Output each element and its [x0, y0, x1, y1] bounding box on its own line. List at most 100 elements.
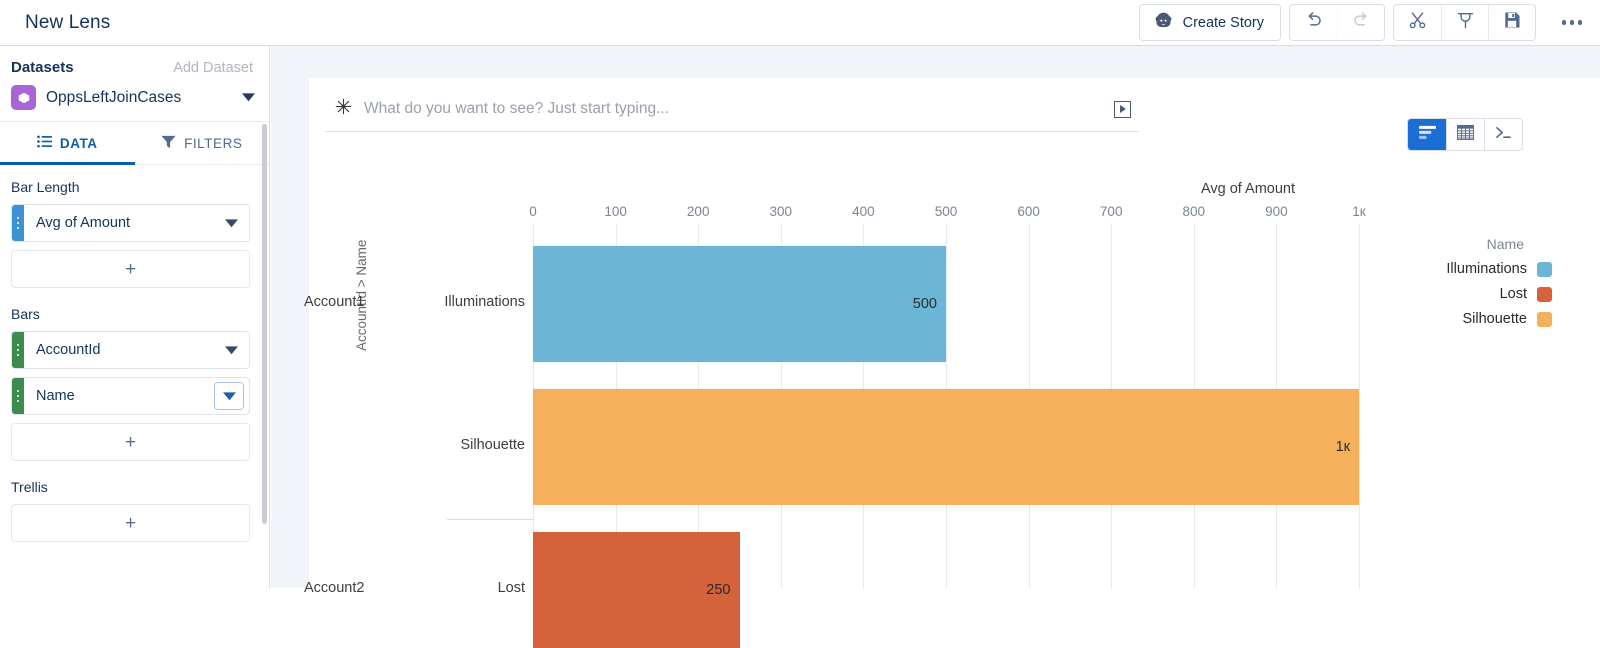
chart-legend: Name Illuminations Lost Silhouette — [1446, 236, 1552, 336]
undo-icon — [1303, 10, 1324, 36]
bar-value-label: 500 — [912, 296, 937, 312]
drag-handle-icon[interactable] — [12, 332, 24, 368]
run-query-button[interactable] — [1114, 100, 1131, 118]
category-label: Silhouette — [460, 437, 526, 453]
category-label: Lost — [497, 580, 525, 596]
main-content: What do you want to see? Just start typi… — [271, 46, 1600, 648]
field-pill-label: Avg of Amount — [36, 215, 131, 231]
chevron-down-icon[interactable] — [225, 345, 249, 355]
tab-data[interactable]: DATA — [0, 122, 135, 165]
search-bar[interactable]: What do you want to see? Just start typi… — [325, 98, 1139, 132]
funnel-icon — [161, 135, 176, 152]
x-axis-title: Avg of Amount — [1200, 181, 1296, 197]
bar-illuminations[interactable]: 500 — [533, 246, 946, 362]
chevron-down-icon[interactable] — [225, 218, 249, 228]
gridline — [1359, 223, 1360, 588]
section-label-bars: Bars — [11, 306, 40, 322]
dataset-selector[interactable]: OppsLeftJoinCases — [0, 76, 269, 122]
page-title: New Lens — [25, 11, 111, 33]
plus-icon: + — [124, 512, 137, 534]
redo-button[interactable] — [1337, 5, 1384, 40]
x-tick-label: 900 — [1265, 204, 1288, 219]
x-axis-ticks: 0 100 200 300 400 500 600 700 800 900 1к — [309, 204, 1600, 222]
datasets-label: Datasets — [11, 59, 74, 76]
tab-filters[interactable]: FILTERS — [135, 122, 270, 164]
undo-button[interactable] — [1290, 5, 1337, 40]
bar-row: 250 — [533, 532, 1359, 648]
create-story-button[interactable]: Create Story — [1139, 5, 1280, 40]
search-input[interactable]: What do you want to see? Just start typi… — [364, 100, 669, 118]
toolbar-actions: Create Story — [1138, 0, 1600, 46]
plot-area: 500 1к 250 — [533, 223, 1360, 648]
x-tick-label: 0 — [529, 204, 537, 219]
legend-swatch — [1537, 311, 1552, 327]
bar-value-label: 1к — [1335, 439, 1350, 455]
dataset-icon — [11, 85, 36, 110]
edit-actions-group — [1393, 4, 1536, 41]
tab-data-label: DATA — [59, 135, 98, 151]
tab-filters-label: FILTERS — [184, 135, 243, 151]
top-toolbar: New Lens Create Story — [0, 0, 1600, 46]
left-sidebar: Datasets Add Dataset OppsLeftJoinCases D… — [0, 46, 270, 588]
group-label: Account2 — [304, 580, 365, 596]
drag-handle-icon[interactable] — [12, 378, 24, 414]
legend-item[interactable]: Illuminations — [1446, 261, 1552, 277]
list-icon — [37, 135, 52, 151]
x-tick-label: 600 — [1017, 204, 1040, 219]
sidebar-scrollbar[interactable] — [262, 124, 267, 524]
legend-item[interactable]: Lost — [1446, 286, 1552, 302]
drag-handle-icon[interactable] — [12, 205, 24, 241]
lens-card: What do you want to see? Just start typi… — [304, 78, 1600, 648]
more-actions-button[interactable] — [1544, 0, 1600, 46]
legend-item[interactable]: Silhouette — [1446, 311, 1552, 327]
field-pill-accountid[interactable]: AccountId — [11, 331, 250, 369]
section-label-bar-length: Bar Length — [11, 179, 80, 195]
legend-swatch — [1537, 261, 1552, 277]
undo-redo-group — [1289, 4, 1385, 41]
x-tick-label: 400 — [852, 204, 875, 219]
add-bars-button[interactable]: + — [11, 423, 250, 461]
save-button[interactable] — [1488, 5, 1535, 40]
clip-button[interactable] — [1441, 5, 1488, 40]
einstein-icon — [1153, 10, 1174, 36]
bar-chart: Avg of Amount 0 100 200 300 400 500 600 700 800 9… — [304, 136, 1600, 648]
plus-icon: + — [124, 258, 137, 280]
x-tick-label: 200 — [686, 204, 710, 219]
redo-icon — [1351, 10, 1372, 36]
dataset-name: OppsLeftJoinCases — [46, 88, 182, 106]
scissors-icon — [1407, 10, 1428, 36]
section-label-trellis: Trellis — [11, 479, 48, 495]
sidebar-panel: Bar Length Avg of Amount + Bars AccountI… — [0, 165, 269, 542]
chevron-down-icon — [242, 89, 255, 107]
category-label: Illuminations — [444, 294, 525, 310]
create-story-label: Create Story — [1182, 14, 1264, 31]
chevron-down-icon[interactable] — [214, 382, 244, 410]
save-icon — [1502, 10, 1522, 35]
add-trellis-button[interactable]: + — [11, 504, 250, 542]
legend-title: Name — [1486, 236, 1524, 252]
more-icon — [1561, 20, 1583, 25]
field-pill-name[interactable]: Name — [11, 377, 250, 415]
bar-silhouette[interactable]: 1к — [533, 389, 1359, 505]
add-bar-length-button[interactable]: + — [11, 250, 250, 288]
legend-item-label: Silhouette — [1462, 311, 1528, 327]
plus-icon: + — [124, 431, 137, 453]
x-tick-label: 700 — [1099, 204, 1123, 219]
bar-row: 1к — [533, 389, 1359, 505]
x-tick-label: 300 — [769, 204, 793, 219]
legend-item-label: Illuminations — [1446, 261, 1527, 277]
sparkle-icon — [335, 98, 352, 120]
legend-item-label: Lost — [1499, 286, 1527, 302]
field-pill-label: Name — [36, 388, 75, 404]
legend-swatch — [1537, 286, 1552, 302]
cut-button[interactable] — [1394, 5, 1441, 40]
sidebar-tabs: DATA FILTERS — [0, 122, 269, 165]
create-story-group: Create Story — [1138, 4, 1281, 41]
field-pill-avg-of-amount[interactable]: Avg of Amount — [11, 204, 250, 242]
datasets-header: Datasets Add Dataset — [0, 46, 269, 76]
add-dataset-button[interactable]: Add Dataset — [173, 60, 253, 76]
bar-value-label: 250 — [706, 582, 731, 598]
x-tick-label: 500 — [934, 204, 958, 219]
bar-lost[interactable]: 250 — [533, 532, 740, 648]
group-label: Account1 — [304, 294, 365, 310]
